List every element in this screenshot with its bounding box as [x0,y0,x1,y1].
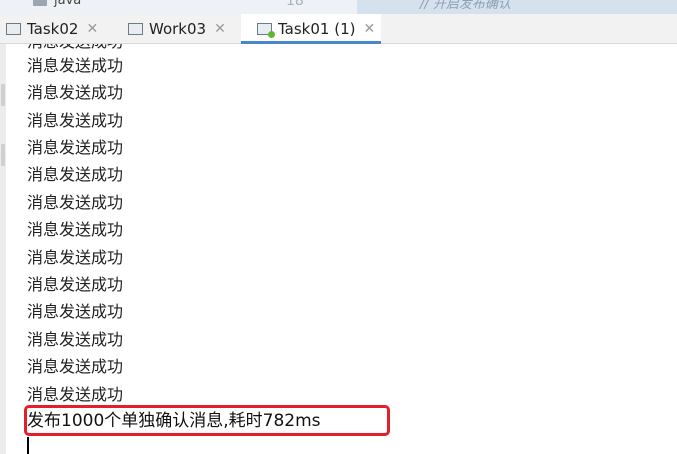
console-line: 消息发送成功 [27,248,124,267]
console-line: 消息发送成功 [27,138,124,157]
tab-label: Task02 [27,20,79,38]
tab-work03[interactable]: Work03 ✕ [128,14,236,44]
project-folder-label[interactable]: java [54,0,81,8]
console-line: 消息发送成功 [27,111,124,130]
console-line: 消息发送成功 [27,357,124,376]
console-output[interactable]: 消息发送成功 消息发送成功 消息发送成功 消息发送成功 消息发送成功 消息发送成… [6,44,677,454]
console-line: 消息发送成功 [27,275,124,294]
console-result-line: 发布1000个单独确认消息,耗时782ms [27,411,321,431]
console-line: 消息发送成功 [27,330,124,349]
close-icon[interactable]: ✕ [363,21,375,37]
editor-line-number: 18 [286,0,304,9]
text-cursor [27,437,29,454]
console-line: 消息发送成功 [27,83,124,102]
tab-label: Work03 [149,20,207,38]
run-config-icon [6,23,21,35]
folder-icon [33,0,47,6]
tab-task02[interactable]: Task02 ✕ [6,14,106,44]
close-icon[interactable]: ✕ [86,21,98,37]
tab-task01-1[interactable]: Task01 (1) ✕ [241,14,381,44]
tab-label: Task01 (1) [278,20,356,38]
console-line-partial: 消息发送成功 [27,44,123,50]
editor-pane [357,0,677,14]
run-config-icon [128,23,143,35]
console-line: 消息发送成功 [27,165,124,184]
console-line: 消息发送成功 [27,193,124,212]
console-line: 消息发送成功 [27,385,124,404]
editor-top-strip: java 18 // 开启发布确认 [0,0,677,14]
console-line: 消息发送成功 [27,302,124,321]
running-indicator-icon [268,31,275,38]
console-line: 消息发送成功 [27,220,124,239]
run-config-icon [257,23,275,38]
run-tab-bar: Task02 ✕ Work03 ✕ Task01 (1) ✕ [0,14,677,44]
gutter-marker [1,84,5,106]
close-icon[interactable]: ✕ [214,21,226,37]
code-comment: // 开启发布确认 [420,0,511,12]
console-line: 消息发送成功 [27,56,124,75]
gutter-marker [1,144,5,166]
